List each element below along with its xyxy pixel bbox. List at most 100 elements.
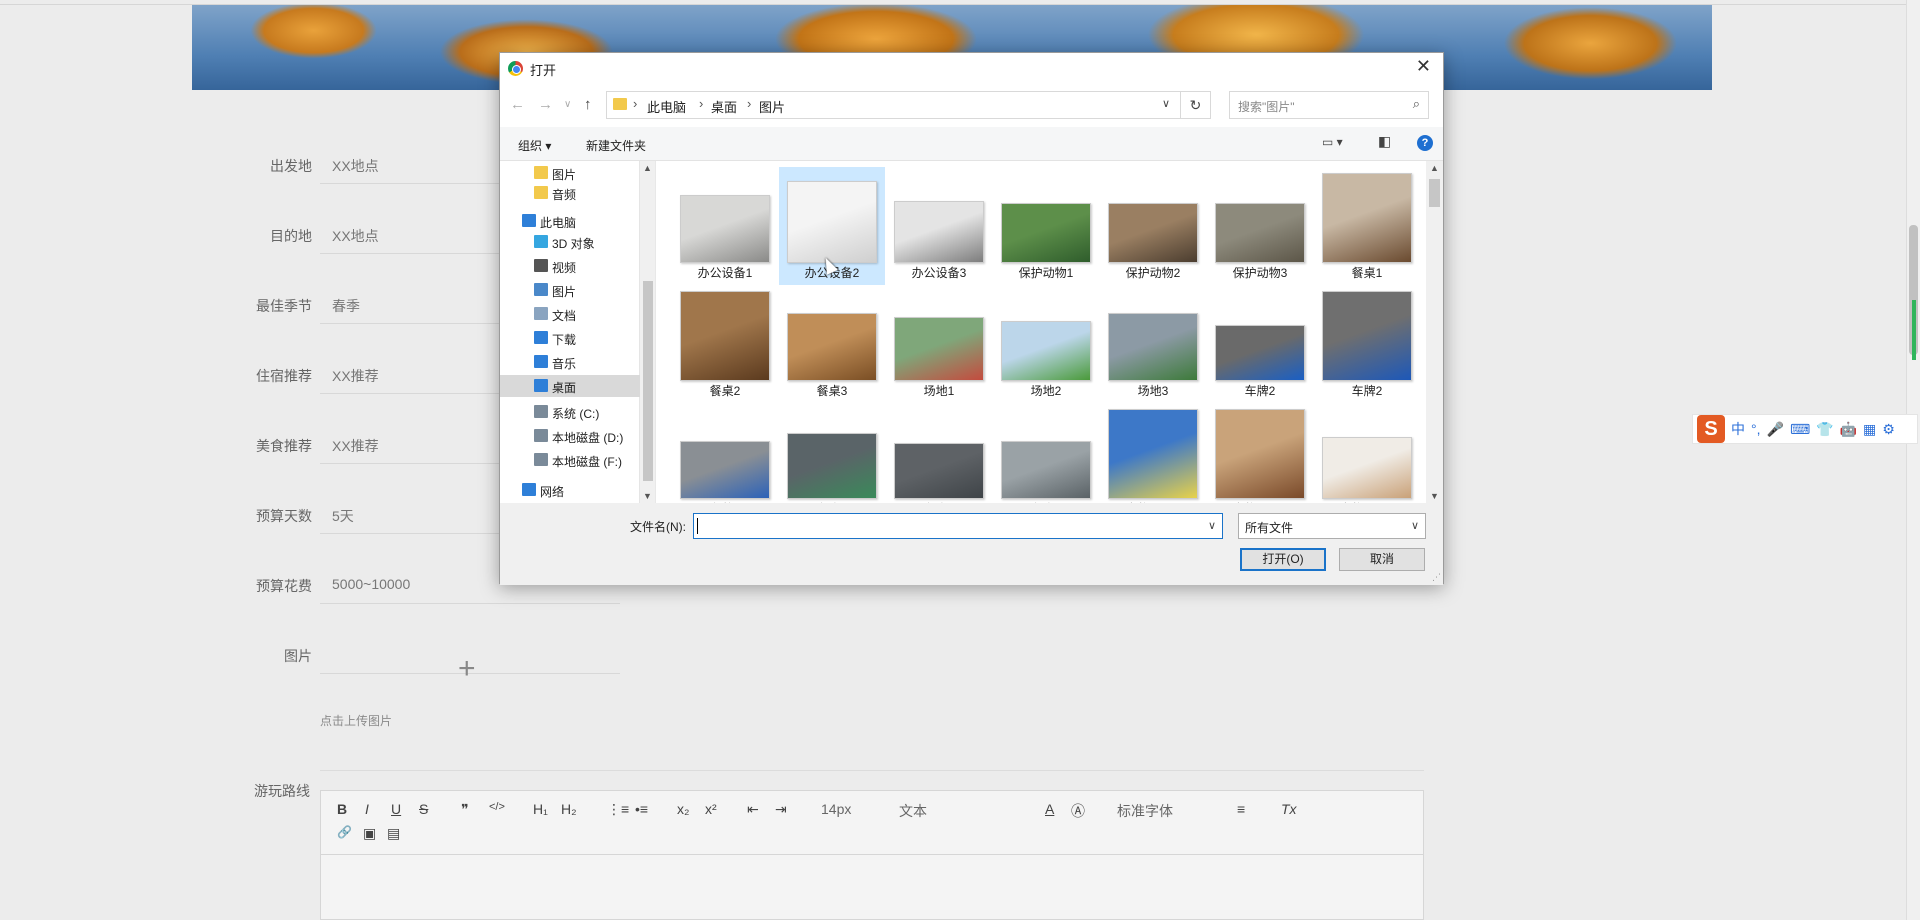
font-family-select[interactable]: 标准字体	[1117, 801, 1173, 821]
ordered-list-button[interactable]: ⋮≡	[607, 801, 629, 818]
nav-scrollbar[interactable]: ▲ ▼	[640, 161, 656, 503]
forward-icon[interactable]: →	[538, 96, 553, 113]
file-item[interactable]: 车牌3	[672, 403, 778, 503]
file-item[interactable]: 宠物用品3	[1314, 403, 1420, 503]
clear-format-button[interactable]: Tx	[1281, 801, 1297, 817]
file-item[interactable]: 保护动物2	[1100, 167, 1206, 285]
files-scroll-thumb[interactable]	[1429, 179, 1440, 207]
page-scrollbar[interactable]	[1906, 0, 1920, 920]
nav-item[interactable]: 此电脑	[500, 210, 640, 232]
file-item[interactable]: 场地1	[886, 285, 992, 403]
file-item[interactable]: 保护动物1	[993, 167, 1099, 285]
file-item[interactable]: 宠物用品2	[1207, 403, 1313, 503]
nav-item[interactable]: 文档	[500, 303, 640, 325]
ime-keyboard-icon[interactable]: ⌨	[1790, 421, 1810, 438]
filename-input[interactable]: ∨	[693, 513, 1223, 539]
italic-button[interactable]: I	[365, 801, 369, 817]
ime-mic-icon[interactable]: 🎤	[1767, 421, 1784, 438]
crumb-pictures[interactable]: 图片	[759, 97, 785, 116]
file-item[interactable]: 餐桌1	[1314, 167, 1420, 285]
file-item[interactable]: 车牌2	[1314, 285, 1420, 403]
file-item[interactable]: 办公设备1	[672, 167, 778, 285]
nav-item[interactable]: 图片	[500, 162, 640, 184]
scroll-up-icon[interactable]: ▲	[1430, 163, 1439, 173]
chevron-down-icon[interactable]: ∨	[1162, 97, 1170, 110]
font-size-select[interactable]: 14px	[821, 801, 851, 817]
quote-button[interactable]: ❞	[461, 801, 469, 818]
nav-item[interactable]: 音乐	[500, 351, 640, 373]
cancel-button[interactable]: 取消	[1339, 548, 1425, 571]
scroll-down-icon[interactable]: ▼	[643, 491, 652, 501]
ime-punct-icon[interactable]: °,	[1751, 421, 1761, 437]
align-button[interactable]: ≡	[1237, 801, 1245, 817]
ime-toolbar[interactable]: S 中 °, 🎤 ⌨ 👕 🤖 ▦ ⚙	[1692, 414, 1918, 444]
file-item[interactable]: 车库1	[779, 403, 885, 503]
refresh-icon[interactable]: ↻	[1181, 91, 1211, 119]
h1-button[interactable]: H₁	[533, 801, 548, 817]
resize-grip-icon[interactable]: ⋰	[1432, 572, 1441, 583]
bullet-list-button[interactable]: •≡	[635, 801, 648, 817]
sogou-logo-icon[interactable]: S	[1697, 415, 1725, 443]
field-input[interactable]: 5000~10000	[332, 576, 410, 592]
crumb-this-pc[interactable]: 此电脑	[647, 97, 686, 116]
ime-robot-icon[interactable]: 🤖	[1840, 421, 1857, 438]
filetype-select[interactable]: 所有文件 ∨	[1238, 513, 1426, 539]
preview-pane-icon[interactable]: ◧	[1378, 133, 1391, 150]
file-item[interactable]: 餐桌2	[672, 285, 778, 403]
nav-item[interactable]: 下载	[500, 327, 640, 349]
code-button[interactable]: </>	[489, 801, 505, 813]
field-input[interactable]: XX推荐	[332, 366, 379, 386]
file-item[interactable]: 餐桌3	[779, 285, 885, 403]
strike-button[interactable]: S	[419, 801, 428, 817]
nav-item[interactable]: 本地磁盘 (D:)	[500, 425, 640, 447]
chevron-down-icon[interactable]: ∨	[1208, 519, 1216, 532]
underline-button[interactable]: U	[391, 801, 401, 817]
file-item[interactable]: 车库2	[886, 403, 992, 503]
nav-item[interactable]: 图片	[500, 279, 640, 301]
h2-button[interactable]: H₂	[561, 801, 577, 817]
scroll-up-icon[interactable]: ▲	[643, 163, 652, 173]
video-button[interactable]: ▤	[387, 825, 400, 842]
superscript-button[interactable]: x²	[705, 801, 717, 817]
file-item[interactable]: 保护动物3	[1207, 167, 1313, 285]
indent-button[interactable]: ⇥	[775, 801, 787, 818]
font-color-button[interactable]: A	[1045, 801, 1054, 817]
field-input[interactable]: XX地点	[332, 156, 379, 176]
organize-button[interactable]: 组织 ▾	[518, 137, 551, 154]
upload-plus-icon[interactable]: +	[458, 652, 476, 686]
subscript-button[interactable]: x₂	[677, 801, 689, 817]
link-button[interactable]: 🔗	[337, 825, 352, 839]
image-button[interactable]: ▣	[363, 825, 376, 842]
scroll-down-icon[interactable]: ▼	[1430, 491, 1439, 501]
nav-item[interactable]: 视频	[500, 255, 640, 277]
nav-item[interactable]: 3D 对象	[500, 231, 640, 253]
outdent-button[interactable]: ⇤	[747, 801, 759, 818]
nav-item[interactable]: 本地磁盘 (F:)	[500, 449, 640, 471]
close-icon[interactable]: ✕	[1416, 56, 1431, 77]
view-options-icon[interactable]: ▭ ▾	[1322, 135, 1343, 149]
files-scrollbar[interactable]: ▲ ▼	[1426, 161, 1443, 503]
file-item[interactable]: 车牌2	[1207, 285, 1313, 403]
bold-button[interactable]: B	[337, 801, 347, 817]
bg-color-button[interactable]: Ⓐ	[1071, 801, 1085, 821]
rich-text-editor[interactable]: B I U S ❞ </> H₁ H₂ ⋮≡ •≡ x₂ x² ⇤ ⇥ 14px…	[320, 790, 1424, 920]
file-item[interactable]: 办公设备3	[886, 167, 992, 285]
up-icon[interactable]: ↑	[584, 96, 592, 113]
file-item[interactable]: 场地3	[1100, 285, 1206, 403]
nav-item[interactable]: 网络	[500, 479, 640, 501]
help-icon[interactable]: ?	[1417, 135, 1433, 151]
file-item[interactable]: 场地2	[993, 285, 1099, 403]
field-input[interactable]: 5天	[332, 506, 354, 526]
field-input[interactable]: XX推荐	[332, 436, 379, 456]
nav-scroll-thumb[interactable]	[643, 281, 653, 481]
back-icon[interactable]: ←	[510, 96, 525, 113]
ime-grid-icon[interactable]: ▦	[1863, 421, 1876, 438]
open-button[interactable]: 打开(O)	[1240, 548, 1326, 571]
ime-skin-icon[interactable]: 👕	[1816, 421, 1833, 438]
search-input[interactable]: 搜索"图片" ⌕	[1229, 91, 1429, 119]
file-item[interactable]: 车库3	[993, 403, 1099, 503]
file-item[interactable]: 宠物用品1	[1100, 403, 1206, 503]
nav-item[interactable]: 桌面	[500, 375, 640, 397]
field-input[interactable]: 春季	[332, 296, 360, 316]
field-input[interactable]: XX地点	[332, 226, 379, 246]
